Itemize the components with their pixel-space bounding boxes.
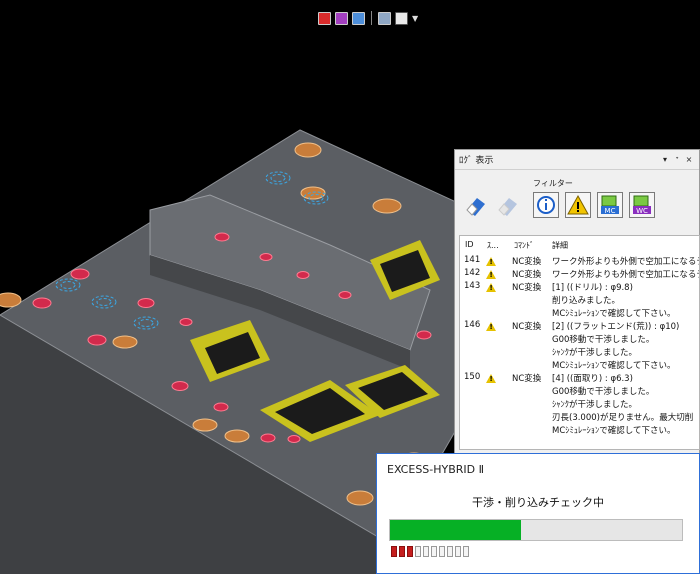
log-row-detail: ワーク外形よりも外側で空加工になるデ [552,270,700,280]
dialog-title: EXCESS-HYBRID Ⅱ [387,463,485,476]
step-cell [439,546,445,557]
log-row-detail: [4] ((面取り) : φ6.3) [552,374,633,384]
warning-icon [486,283,496,292]
log-row-command: NC変換 [512,257,542,267]
log-row-detail: MCｼﾐｭﾚｰｼｮﾝで確認して下さい。 [552,426,676,436]
step-cell [407,546,413,557]
log-row[interactable]: 146 NC変換 [2] ((フラットエンド(荒)) : φ10) [460,320,699,333]
step-cell [431,546,437,557]
progress-message: 干渉・削り込みチェック中 [472,496,604,509]
view-icon[interactable] [352,11,365,25]
wc-filter-icon[interactable]: WC [629,192,655,218]
log-row-detail: [1] ((ドリル) : φ9.8) [552,283,633,293]
log-row-command: NC変換 [512,374,542,384]
panel-pin-button[interactable]: ᐩ [671,154,683,166]
info-filter-icon[interactable] [533,192,559,218]
log-row-detail: G00移動で干渉しました。 [552,335,655,345]
log-row[interactable]: MCｼﾐｭﾚｰｼｮﾝで確認して下さい。 [460,307,699,320]
column-header-id[interactable]: ID [465,240,474,249]
log-row-detail: MCｼﾐｭﾚｰｼｮﾝで確認して下さい。 [552,309,676,319]
log-list[interactable]: ID ｽ... ｺﾏﾝﾄﾞ 詳細 141NC変換ワーク外形よりも外側で空加工にな… [459,235,700,450]
warning-icon [486,270,496,279]
log-row[interactable]: ｼｬﾝｸが干渉しました。 [460,346,699,359]
column-header-detail[interactable]: 詳細 [552,240,568,251]
log-row-command: NC変換 [512,283,542,293]
log-row-id: 142 [464,268,481,278]
eraser-icon[interactable] [463,192,489,218]
log-row[interactable]: MCｼﾐｭﾚｰｼｮﾝで確認して下さい。 [460,424,699,437]
warning-icon [486,257,496,266]
column-header-status[interactable]: ｽ... [487,240,499,251]
log-row[interactable]: 150 NC変換 [4] ((面取り) : φ6.3) [460,372,699,385]
progress-bar-fill [390,520,522,540]
material-icon[interactable] [335,11,348,25]
log-row[interactable]: MCｼﾐｭﾚｰｼｮﾝで確認して下さい。 [460,359,699,372]
log-panel-title: ﾛｸﾞ 表示 [459,156,494,166]
log-row-detail: ｼｬﾝｸが干渉しました。 [552,348,638,358]
panel-menu-button[interactable]: ▾ [659,154,671,166]
log-row[interactable]: 刃長(3.000)が足りません。最大切削 [460,411,699,424]
log-row-detail: MCｼﾐｭﾚｰｼｮﾝで確認して下さい。 [552,361,676,371]
log-toolbar: フィルター MC WC [455,170,699,238]
column-header-command[interactable]: ｺﾏﾝﾄﾞ [514,240,534,251]
log-row[interactable]: ｼｬﾝｸが干渉しました。 [460,398,699,411]
log-row-id: 146 [464,320,481,330]
step-cell [455,546,461,557]
log-row-command: NC変換 [512,322,542,332]
step-cell [399,546,405,557]
log-row-detail: 削り込みました。 [552,296,621,306]
step-cell [391,546,397,557]
step-cell [447,546,453,557]
log-row[interactable]: G00移動で干渉しました。 [460,385,699,398]
log-row-id: 141 [464,255,481,265]
svg-text:MC: MC [605,207,616,215]
svg-text:WC: WC [636,207,648,215]
log-panel: ﾛｸﾞ 表示 ▾ ᐩ × フィルター MC WC ID ｽ... ｺﾏﾝﾄﾞ 詳… [454,149,700,455]
eraser-disabled-icon[interactable] [495,192,521,218]
warning-icon [486,374,496,383]
step-cell [415,546,421,557]
log-row-detail: G00移動で干渉しました。 [552,387,655,397]
progress-dialog: EXCESS-HYBRID Ⅱ 干渉・削り込みチェック中 [376,453,700,574]
log-row-id: 150 [464,372,481,382]
warning-icon [486,322,496,331]
log-row-detail: ｼｬﾝｸが干渉しました。 [552,400,638,410]
log-row-id: 143 [464,281,481,291]
log-panel-titlebar: ﾛｸﾞ 表示 ▾ ᐩ × [455,150,699,170]
log-row-detail: ワーク外形よりも外側で空加工になるデ [552,257,700,267]
log-row[interactable]: 143 NC変換 [1] ((ドリル) : φ9.8) [460,281,699,294]
toolbar-separator [371,11,372,25]
progress-bar [389,519,683,541]
log-row-detail: [2] ((フラットエンド(荒)) : φ10) [552,322,680,332]
warning-filter-icon[interactable] [565,192,591,218]
log-row[interactable]: 削り込みました。 [460,294,699,307]
step-indicator [391,546,469,557]
log-row[interactable]: 141 NC変換ワーク外形よりも外側で空加工になるデ [460,255,699,268]
log-row-command: NC変換 [512,270,542,280]
panel-close-button[interactable]: × [683,154,695,166]
print-icon[interactable] [378,11,391,25]
log-row[interactable]: 142 NC変換ワーク外形よりも外側で空加工になるデ [460,268,699,281]
step-cell [463,546,469,557]
log-row-detail: 刃長(3.000)が足りません。最大切削 [552,413,694,423]
filter-label: フィルター [533,179,573,188]
view-toolbar: ▼ [318,9,418,27]
chevron-down-icon[interactable]: ▼ [412,14,418,23]
step-cell [423,546,429,557]
display-menu-icon[interactable] [395,11,408,25]
log-row[interactable]: G00移動で干渉しました。 [460,333,699,346]
mc-filter-icon[interactable]: MC [597,192,623,218]
render-mode-icon[interactable] [318,11,331,25]
